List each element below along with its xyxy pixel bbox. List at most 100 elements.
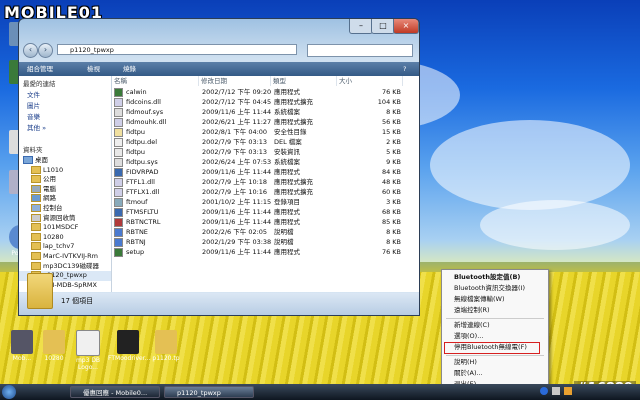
menu-item-add-connection[interactable]: 新增連線(C) bbox=[442, 320, 548, 331]
burn-button[interactable]: 燒錄 bbox=[123, 62, 136, 76]
table-row[interactable]: FTMSFLTU 2009/11/6 上午 11:44 應用程式 68 KB bbox=[112, 207, 419, 217]
folders-header: 資料夾 bbox=[23, 146, 43, 154]
file-name: RBTNJ bbox=[114, 237, 146, 247]
menu-item-bluetooth-exchange[interactable]: Bluetooth資訊交換器(I) bbox=[442, 283, 548, 294]
file-icon bbox=[114, 107, 123, 117]
maximize-button[interactable]: □ bbox=[371, 19, 395, 34]
fav-more[interactable]: 其他 » bbox=[19, 123, 111, 134]
start-button[interactable] bbox=[2, 385, 16, 399]
table-row[interactable]: fidmouhk.dll 2002/6/21 上午 11:27 應用程式擴充 56 K… bbox=[112, 117, 419, 127]
table-row[interactable]: fidtpu.del 2002/7/9 下午 03:13 DEL 檔案 2 KB bbox=[112, 137, 419, 147]
fav-documents[interactable]: 文件 bbox=[19, 90, 111, 101]
file-icon bbox=[114, 187, 123, 197]
file-icon bbox=[114, 97, 123, 107]
tree-item[interactable]: 10280 bbox=[19, 232, 111, 243]
file-date: 2002/7/12 下午 09:20 bbox=[202, 88, 272, 96]
file-size: 84 KB bbox=[381, 168, 401, 176]
taskbar-item[interactable]: 優惠回應 - Mobile0... bbox=[70, 386, 160, 398]
fav-music[interactable]: 音樂 bbox=[19, 112, 111, 123]
tree-item[interactable]: 網路 bbox=[19, 194, 111, 204]
file-name-text: fidtpu.sys bbox=[126, 158, 158, 166]
table-row[interactable]: fidtpu 2002/8/1 下午 04:00 安全性目錄 15 KB bbox=[112, 127, 419, 137]
bluetooth-icon[interactable] bbox=[540, 387, 548, 395]
file-name: fidtpu.del bbox=[114, 137, 157, 147]
table-row[interactable]: fidmouf.sys 2009/11/6 上午 11:44 系統檔案 8 KB bbox=[112, 107, 419, 117]
file-date: 2002/7/9 上午 10:16 bbox=[202, 188, 268, 196]
table-row[interactable]: setup 2009/11/6 上午 11:44 應用程式 76 KB bbox=[112, 247, 419, 257]
table-row[interactable]: RBTNJ 2002/1/29 下午 03:38 說明檔 8 KB bbox=[112, 237, 419, 247]
network-icon[interactable] bbox=[552, 387, 561, 395]
tree-item[interactable]: 公用 bbox=[19, 175, 111, 185]
fav-pictures[interactable]: 圖片 bbox=[19, 101, 111, 112]
desktop-icon[interactable]: p1120.tp bbox=[146, 330, 186, 362]
search-input[interactable] bbox=[307, 44, 413, 57]
file-type: 說明檔 bbox=[274, 228, 294, 236]
file-icon bbox=[114, 217, 123, 227]
menu-item-help[interactable]: 說明(H) bbox=[442, 357, 548, 368]
tree-item[interactable]: L1010 bbox=[19, 165, 111, 176]
volume-icon[interactable] bbox=[564, 387, 573, 395]
file-name: FIDVRPAD bbox=[114, 167, 158, 177]
menu-item-options[interactable]: 選項(O)... bbox=[442, 331, 548, 342]
explorer-window: – □ × ‹ › p1120_tpwxp 組合管理 檢視 燒錄 ? 最愛的連結… bbox=[18, 18, 420, 316]
desktop-icon[interactable]: FTMoodriver... bbox=[108, 330, 150, 362]
file-icon bbox=[114, 237, 123, 247]
file-name-text: fidtpu.del bbox=[126, 138, 158, 146]
file-size: 8 KB bbox=[386, 238, 401, 246]
menu-item-about[interactable]: 關於(A)... bbox=[442, 368, 548, 379]
column-name[interactable]: 名稱 bbox=[112, 76, 199, 86]
column-date[interactable]: 修改日期 bbox=[199, 76, 271, 86]
help-icon[interactable]: ? bbox=[403, 62, 406, 76]
tree-item[interactable]: MarC-IVTKVIJ-Rm bbox=[19, 251, 111, 262]
file-name: fidmouhk.dll bbox=[114, 117, 166, 127]
table-row[interactable]: FIDVRPAD 2009/11/6 上午 11:44 應用程式 84 KB bbox=[112, 167, 419, 177]
file-size: 3 KB bbox=[386, 198, 401, 206]
file-size: 48 KB bbox=[381, 178, 401, 186]
address-field[interactable]: p1120_tpwxp bbox=[57, 44, 297, 55]
column-type[interactable]: 類型 bbox=[271, 76, 337, 86]
table-row[interactable]: fidcoins.dll 2002/7/12 下午 04:45 應用程式擴充 104 … bbox=[112, 97, 419, 107]
menu-item-bluetooth-settings[interactable]: Bluetooth設定值(B) bbox=[442, 272, 548, 283]
views-button[interactable]: 檢視 bbox=[87, 62, 100, 76]
tree-item[interactable]: lap_tchv7 bbox=[19, 242, 111, 252]
table-row[interactable]: FTFL1.dll 2002/7/9 上午 10:18 應用程式擴充 48 KB bbox=[112, 177, 419, 187]
table-row[interactable]: fidtpu 2002/7/9 下午 03:13 安裝資訊 5 KB bbox=[112, 147, 419, 157]
taskbar-item-active[interactable]: p1120_tpwxp bbox=[164, 386, 254, 398]
file-type: 應用程式 bbox=[274, 208, 300, 216]
tree-item[interactable]: mp3DC139磁碟器 bbox=[19, 261, 111, 272]
tree-item[interactable]: 控制台 bbox=[19, 203, 111, 214]
file-size: 76 KB bbox=[381, 248, 401, 256]
file-icon bbox=[114, 197, 123, 207]
menu-item-remote-control[interactable]: 遠端控制(R) bbox=[442, 305, 548, 316]
tree-item[interactable]: 桌面 bbox=[19, 156, 111, 166]
desktop-icon[interactable]: mp3 DB Logo... bbox=[68, 330, 108, 371]
table-row[interactable]: RBTNCTRL 2009/11/6 上午 11:44 應用程式 85 KB bbox=[112, 217, 419, 227]
tree-item[interactable]: 資源回收筒 bbox=[19, 213, 111, 224]
table-row[interactable]: FTFLX1.dll 2002/7/9 上午 10:16 應用程式擴充 60 KB bbox=[112, 187, 419, 197]
close-button[interactable]: × bbox=[393, 19, 419, 34]
back-icon[interactable]: ‹ bbox=[23, 43, 38, 58]
tree-item[interactable]: 電腦 bbox=[19, 184, 111, 195]
menu-item-wireless-transfer[interactable]: 無線檔案傳輸(W) bbox=[442, 294, 548, 305]
table-row[interactable]: ftmouf 2001/10/2 上午 11:15 登錄項目 3 KB bbox=[112, 197, 419, 207]
file-size: 8 KB bbox=[386, 108, 401, 116]
table-row[interactable]: fidtpu.sys 2002/6/24 上午 07:53 系統檔案 9 KB bbox=[112, 157, 419, 167]
favorites-header: 最愛的連結 bbox=[23, 80, 56, 88]
file-name-text: fidcoins.dll bbox=[126, 98, 161, 106]
file-size: 5 KB bbox=[386, 148, 401, 156]
file-date: 2009/11/6 上午 11:44 bbox=[202, 108, 272, 116]
file-name-text: fidtpu bbox=[126, 128, 146, 136]
menu-item-disable-radio[interactable]: 停用Bluetooth無線電(F) bbox=[442, 342, 548, 353]
file-name-text: FTMSFLTU bbox=[126, 208, 159, 216]
column-size[interactable]: 大小 bbox=[337, 76, 403, 86]
organize-button[interactable]: 組合管理 bbox=[27, 62, 53, 76]
table-row[interactable]: RBTNE 2002/2/6 下午 02:05 說明檔 8 KB bbox=[112, 227, 419, 237]
file-date: 2002/7/9 上午 10:18 bbox=[202, 178, 268, 186]
minimize-button[interactable]: – bbox=[349, 19, 373, 34]
file-date: 2002/8/1 下午 04:00 bbox=[202, 128, 268, 136]
status-bar: 17 個項目 bbox=[19, 273, 419, 315]
tree-item[interactable]: 101MSDCF bbox=[19, 223, 111, 233]
file-size: 56 KB bbox=[381, 118, 401, 126]
table-row[interactable]: calwin 2002/7/12 下午 09:20 應用程式 76 KB bbox=[112, 87, 419, 97]
forward-icon[interactable]: › bbox=[38, 43, 53, 58]
